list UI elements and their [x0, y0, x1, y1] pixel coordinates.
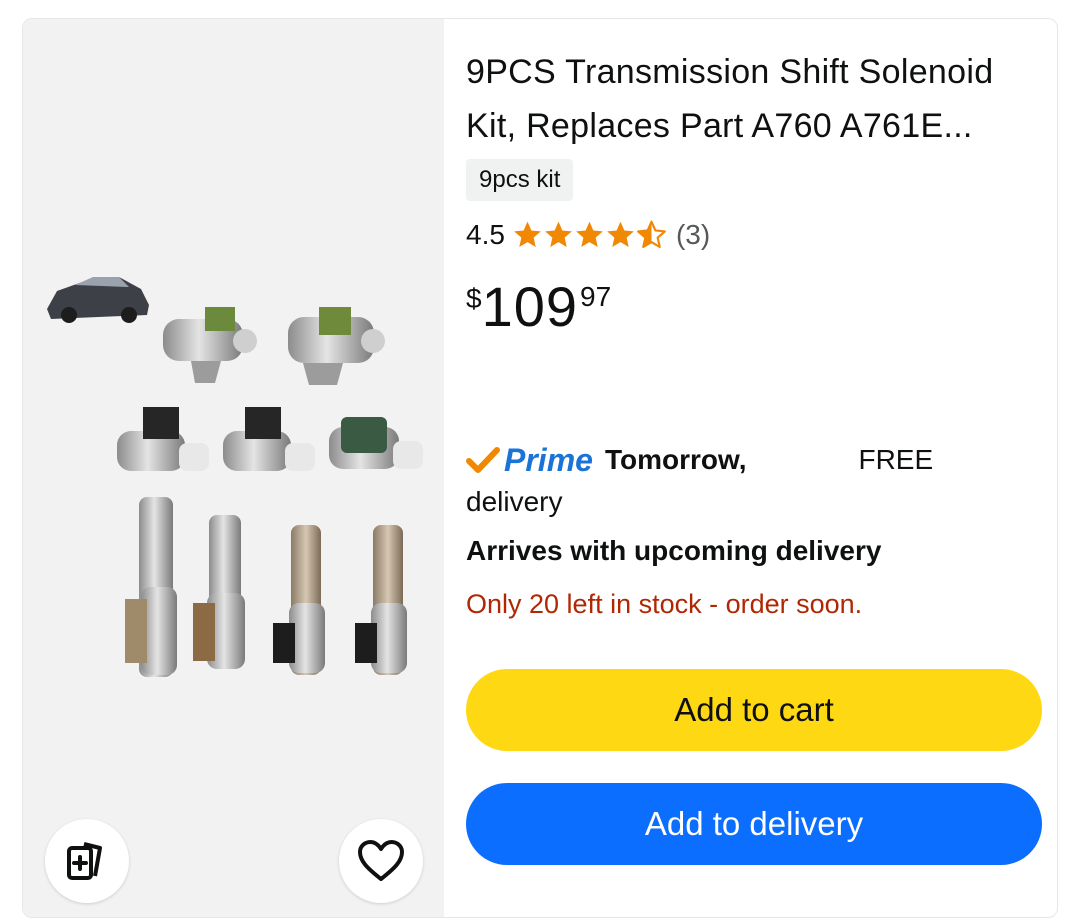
- rating-row[interactable]: 4.5 (3): [466, 215, 710, 255]
- delivery-label: delivery: [466, 486, 563, 517]
- delivery-free: FREE: [858, 444, 934, 475]
- price-symbol: $: [466, 283, 482, 314]
- compare-button[interactable]: [45, 819, 129, 903]
- star-full-icon: [514, 221, 541, 247]
- rating-value: 4.5: [466, 219, 505, 250]
- star-full-icon: [545, 221, 572, 247]
- star-full-icon: [607, 221, 634, 247]
- delivery-day: Tomorrow,: [604, 444, 747, 475]
- heart-icon: [358, 840, 404, 881]
- price-whole: 109: [481, 275, 579, 338]
- price: $ 109 97: [466, 275, 611, 339]
- rating-stars: [511, 219, 666, 251]
- product-image-pane[interactable]: [23, 19, 444, 917]
- car-illustration: [47, 277, 149, 323]
- product-card[interactable]: 9PCS Transmission Shift Solenoid Kit, Re…: [22, 18, 1058, 918]
- product-image[interactable]: [23, 19, 444, 918]
- prime-label: Prime: [504, 442, 593, 478]
- arrives-text: Arrives with upcoming delivery: [466, 535, 882, 566]
- product-title[interactable]: 9PCS Transmission Shift Solenoid Kit, Re…: [466, 45, 1046, 153]
- delivery-info: Prime Tomorrow, FREE delivery: [466, 439, 1006, 523]
- product-info: 9PCS Transmission Shift Solenoid Kit, Re…: [466, 19, 1057, 917]
- wishlist-button[interactable]: [339, 819, 423, 903]
- add-to-delivery-button[interactable]: Add to delivery: [466, 783, 1042, 865]
- star-full-icon: [576, 221, 603, 247]
- solenoid-row-2: [117, 407, 423, 471]
- star-half-icon: [637, 220, 666, 249]
- rating-count: (3): [675, 219, 711, 250]
- compare-icon: [67, 842, 102, 880]
- price-fraction: 97: [580, 281, 612, 312]
- prime-row: Prime Tomorrow, FREE: [466, 439, 1006, 481]
- variant-chip[interactable]: 9pcs kit: [466, 159, 574, 201]
- solenoid-row-1: [163, 307, 385, 385]
- stock-warning: Only 20 left in stock - order soon.: [466, 589, 863, 619]
- solenoid-row-3: [125, 497, 407, 677]
- check-icon: [466, 447, 500, 473]
- add-to-cart-button[interactable]: Add to cart: [466, 669, 1042, 751]
